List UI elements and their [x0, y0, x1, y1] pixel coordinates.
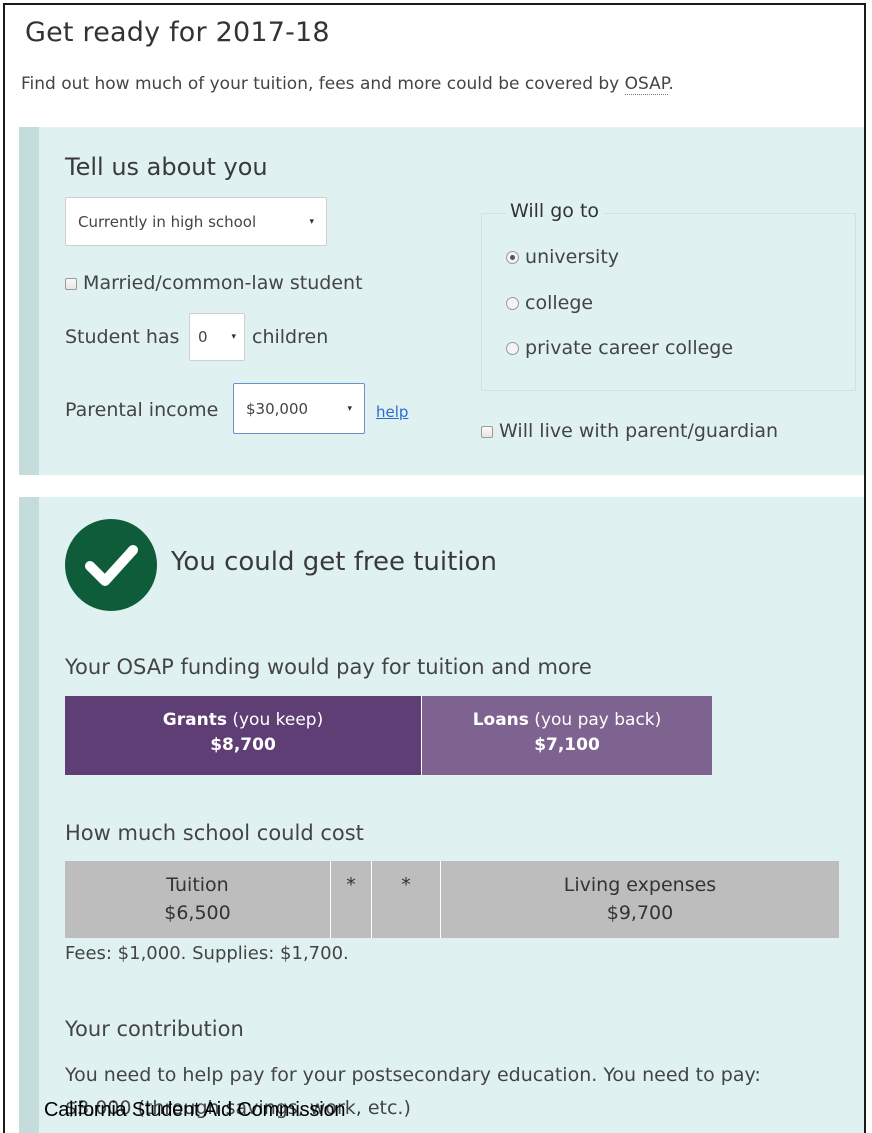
funding-heading: Your OSAP funding would pay for tuition … — [65, 655, 592, 679]
radio-option-private-career-college[interactable]: private career college — [506, 337, 733, 359]
cost-heading: How much school could cost — [65, 821, 364, 845]
children-suffix: children — [252, 326, 329, 348]
live-with-parent-row: Will live with parent/guardian — [481, 420, 778, 442]
income-help-link[interactable]: help — [376, 403, 408, 421]
income-label: Parental income — [65, 399, 219, 421]
children-value: 0 — [198, 328, 208, 346]
private-career-college-radio[interactable] — [506, 342, 519, 355]
tuition-label: Tuition — [166, 874, 229, 896]
fees-cell: * — [331, 861, 372, 938]
screenshot-frame: Get ready for 2017-18 Find out how much … — [3, 3, 866, 1133]
check-circle-icon — [65, 519, 157, 611]
college-label: college — [525, 292, 594, 314]
cost-note: Fees: $1,000. Supplies: $1,700. — [65, 943, 349, 964]
funding-bar: Grants (you keep) $8,700 Loans (you pay … — [65, 696, 712, 775]
chevron-down-icon: ▾ — [309, 216, 314, 227]
university-label: university — [525, 246, 620, 268]
grants-cell: Grants (you keep) $8,700 — [65, 696, 421, 775]
about-you-heading: Tell us about you — [65, 153, 268, 181]
parental-income-select[interactable]: $30,000 ▾ — [233, 383, 365, 434]
loans-note: (you pay back) — [528, 710, 662, 730]
osap-abbreviation[interactable]: OSAP — [624, 74, 669, 95]
private-career-college-label: private career college — [525, 337, 734, 359]
children-prefix: Student has — [65, 326, 180, 348]
parental-income-value: $30,000 — [246, 399, 309, 418]
children-select[interactable]: 0 ▾ — [189, 313, 245, 361]
loans-cell: Loans (you pay back) $7,100 — [421, 696, 712, 775]
live-with-parent-checkbox[interactable] — [481, 425, 493, 438]
supplies-asterisk: * — [401, 874, 411, 896]
married-checkbox[interactable] — [65, 277, 77, 290]
living-expenses-label: Living expenses — [563, 874, 717, 896]
grants-amount: $8,700 — [210, 735, 276, 755]
married-label: Married/common-law student — [83, 272, 363, 294]
result-panel: You could get free tuition Your OSAP fun… — [19, 497, 864, 1133]
college-radio[interactable] — [506, 297, 519, 310]
free-tuition-heading: You could get free tuition — [171, 547, 497, 577]
loans-label: Loans — [472, 710, 529, 730]
tuition-cell: Tuition $6,500 — [65, 861, 331, 938]
married-row: Married/common-law student — [65, 272, 363, 294]
living-expenses-cell: Living expenses $9,700 — [441, 861, 839, 938]
fees-asterisk: * — [346, 874, 356, 896]
page-subtitle: Find out how much of your tuition, fees … — [21, 74, 674, 95]
will-go-to-legend: Will go to — [506, 200, 604, 222]
student-status-value: Currently in high school — [78, 212, 257, 231]
supplies-cell: * — [372, 861, 441, 938]
about-you-panel: Tell us about you Currently in high scho… — [19, 127, 864, 475]
will-go-to-fieldset: Will go to university college private ca… — [481, 200, 856, 391]
chevron-down-icon: ▾ — [347, 403, 352, 414]
subtitle-text: Find out how much of your tuition, fees … — [21, 74, 625, 94]
loans-amount: $7,100 — [534, 735, 600, 755]
grants-note: (you keep) — [226, 710, 324, 730]
grants-label: Grants — [162, 710, 227, 730]
live-with-parent-label: Will live with parent/guardian — [499, 420, 779, 442]
footer-credit: California Student Aid Commission — [44, 1099, 346, 1121]
cost-bar: Tuition $6,500 * * Living expenses $9,70… — [65, 861, 839, 938]
contribution-heading: Your contribution — [65, 1017, 244, 1041]
living-expenses-amount: $9,700 — [606, 902, 674, 924]
student-status-select[interactable]: Currently in high school ▾ — [65, 197, 327, 246]
chevron-down-icon: ▾ — [231, 332, 236, 342]
tuition-amount: $6,500 — [164, 902, 231, 924]
radio-option-college[interactable]: college — [506, 292, 593, 314]
radio-option-university[interactable]: university — [506, 246, 619, 268]
subtitle-period: . — [668, 74, 674, 94]
university-radio[interactable] — [506, 251, 519, 264]
page-title: Get ready for 2017-18 — [25, 17, 330, 48]
contribution-text: You need to help pay for your postsecond… — [65, 1064, 761, 1086]
